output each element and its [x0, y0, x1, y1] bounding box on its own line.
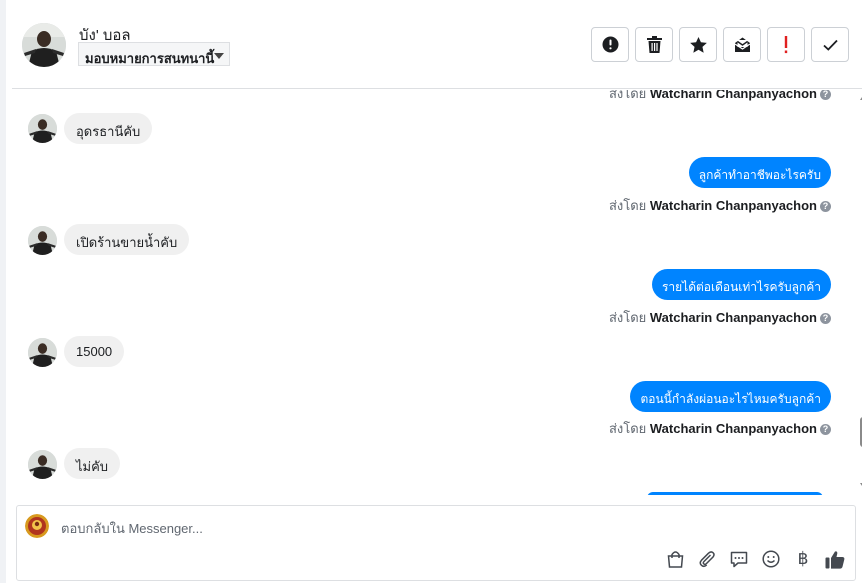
follow-up-button[interactable] [767, 27, 805, 62]
conversation-toolbar [591, 27, 849, 62]
sender-name: Watcharin Chanpanyachon [649, 310, 817, 325]
alert-circle-icon [602, 36, 618, 53]
incoming-message[interactable]: อุดรธานีคับ [64, 113, 153, 144]
contact-avatar-small [28, 450, 57, 479]
mark-done-button[interactable] [811, 27, 849, 62]
star-icon [689, 36, 707, 53]
outgoing-message[interactable]: รายได้ต่อเดือนเท่าไรครับลูกค้า [651, 269, 831, 300]
reply-input[interactable] [61, 521, 661, 536]
star-button[interactable] [679, 27, 717, 62]
help-icon[interactable]: ? [820, 313, 831, 324]
sent-by-label: ส่งโดย Watcharin Chanpanyachon? [609, 90, 831, 104]
outgoing-message-partial [647, 492, 823, 495]
assign-conversation-dropdown[interactable]: มอบหมายการสนทนานี้ [78, 42, 230, 66]
message-list[interactable]: ส่งโดย Watcharin Chanpanyachon? อุดรธานี… [12, 90, 856, 495]
conversation-header: บัง' บอล มอบหมายการสนทนานี้ [12, 0, 862, 89]
assign-conversation-label: มอบหมายการสนทนานี้ [85, 51, 215, 66]
sender-name: Watcharin Chanpanyachon [649, 198, 817, 213]
help-icon[interactable]: ? [820, 201, 831, 212]
sent-by-label: ส่งโดย Watcharin Chanpanyachon? [609, 307, 831, 328]
saved-replies-icon[interactable] [729, 549, 749, 569]
caret-down-icon [214, 53, 224, 59]
help-icon[interactable]: ? [820, 424, 831, 435]
checkmark-icon [822, 39, 838, 51]
trash-icon [646, 36, 662, 53]
emoji-icon[interactable] [761, 549, 781, 569]
incoming-message[interactable]: ไม่คับ [64, 448, 121, 479]
contact-avatar[interactable] [22, 23, 66, 67]
exclamation-icon [784, 35, 788, 53]
mark-unread-button[interactable] [723, 27, 761, 62]
reply-composer: ฿ [16, 505, 856, 581]
help-icon[interactable]: ? [820, 90, 831, 100]
composer-actions: ฿ [665, 549, 845, 569]
sender-name: Watcharin Chanpanyachon [649, 421, 817, 436]
contact-avatar-small [28, 226, 57, 255]
incoming-message[interactable]: 15000 [64, 336, 125, 367]
conversation-panel: บัง' บอล มอบหมายการสนทนานี้ ส่งโดย Watch… [0, 0, 862, 583]
sent-by-label: ส่งโดย Watcharin Chanpanyachon? [609, 195, 831, 216]
incoming-message[interactable]: เปิดร้านขายน้ำคับ [64, 224, 190, 255]
delete-button[interactable] [635, 27, 673, 62]
sent-by-label: ส่งโดย Watcharin Chanpanyachon? [609, 418, 831, 439]
outgoing-message[interactable]: ตอนนี้กำลังผ่อนอะไรไหมครับลูกค้า [630, 381, 831, 412]
page-avatar [25, 514, 49, 538]
message-scrollbar[interactable] [858, 90, 862, 495]
envelope-open-icon [734, 37, 750, 52]
outgoing-message[interactable]: ลูกค้าทำอาชีพอะไรครับ [688, 157, 831, 188]
contact-avatar-small [28, 338, 57, 367]
baht-icon[interactable]: ฿ [793, 549, 813, 569]
mark-spam-button[interactable] [591, 27, 629, 62]
paperclip-icon[interactable] [697, 549, 717, 569]
sender-name: Watcharin Chanpanyachon [649, 90, 817, 101]
shopping-bag-icon[interactable] [665, 549, 685, 569]
like-icon[interactable] [825, 549, 845, 569]
contact-avatar-small [28, 114, 57, 143]
